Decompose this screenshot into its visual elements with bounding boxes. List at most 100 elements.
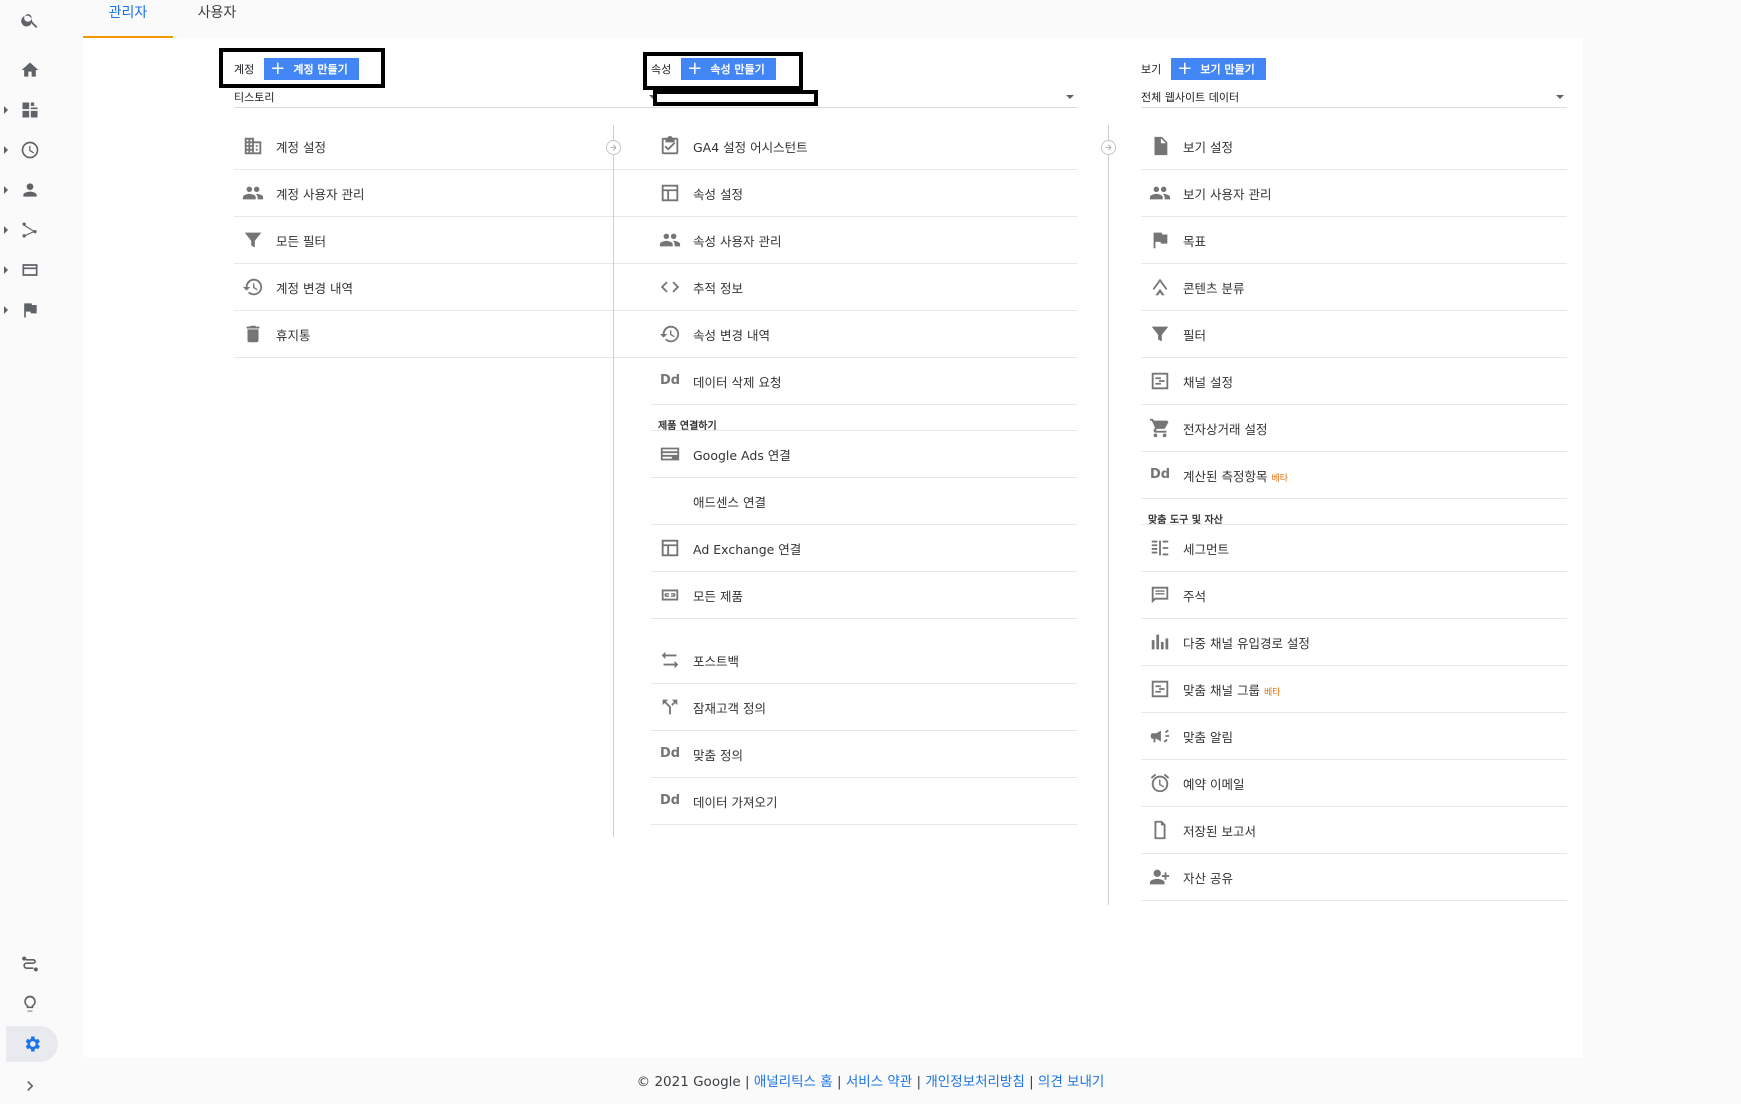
menu-item[interactable]: 맞춤 채널 그룹 베타 [1141, 666, 1567, 713]
nav-customization[interactable] [0, 92, 60, 128]
footer-link-feedback[interactable]: 의견 보내기 [1038, 1074, 1104, 1090]
menu-item[interactable]: 추적 정보 [651, 264, 1077, 311]
menu-item[interactable]: 필터 [1141, 311, 1567, 358]
beta-badge: 베타 [1263, 687, 1281, 698]
menu-item[interactable]: Google Ads 연결 [651, 431, 1077, 478]
code-icon [659, 276, 681, 298]
section-header: 맞춤 도구 및 자산 [1141, 499, 1567, 526]
dd-icon: Dd [660, 373, 681, 388]
left-nav-rail [0, 0, 60, 1103]
person-add-icon [1149, 866, 1171, 888]
tab-admin[interactable]: 관리자 [83, 0, 173, 38]
menu-item-label: 계정 변경 내역 [276, 280, 353, 296]
view-selector[interactable]: 전체 웹사이트 데이터 [1141, 86, 1567, 108]
arrow-right-icon [1105, 144, 1112, 151]
menu-item-label: 채널 설정 [1183, 374, 1233, 390]
flag-icon [20, 300, 40, 320]
menu-item-label: 속성 설정 [693, 186, 743, 202]
section-header: 제품 연결하기 [651, 405, 1077, 432]
flag-icon [1149, 229, 1171, 251]
copyright: © 2021 Google [636, 1074, 741, 1090]
menu-item[interactable]: 저장된 보고서 [1141, 807, 1567, 854]
menu-item[interactable]: 계정 설정 [234, 123, 660, 170]
nav-home[interactable] [0, 52, 60, 88]
menu-item[interactable]: 다중 채널 유입경로 설정 [1141, 619, 1567, 666]
menu-item[interactable]: 속성 설정 [651, 170, 1077, 217]
person-icon [20, 180, 40, 200]
menu-item[interactable]: 계정 변경 내역 [234, 264, 660, 311]
view-header: 보기 + 보기 만들기 [1141, 58, 1266, 80]
nav-behavior[interactable] [0, 252, 60, 288]
menu-item-label: 보기 사용자 관리 [1183, 186, 1272, 202]
behavior-icon [20, 260, 40, 280]
bars-icon [1149, 631, 1171, 653]
menu-item-label: 맞춤 정의 [693, 747, 743, 763]
menu-item[interactable]: GA4 설정 어시스턴트 [651, 123, 1077, 170]
menu-item-label: 보기 설정 [1183, 139, 1233, 155]
menu-item[interactable]: 보기 사용자 관리 [1141, 170, 1567, 217]
nav-conversions[interactable] [0, 292, 60, 328]
nav-audience[interactable] [0, 172, 60, 208]
column-divider [613, 125, 614, 837]
menu-item[interactable]: Dd 계산된 측정항목 베타 [1141, 452, 1567, 499]
menu-item[interactable]: 포스트백 [651, 637, 1077, 684]
menu-item[interactable]: 속성 변경 내역 [651, 311, 1077, 358]
nav-admin[interactable] [6, 1026, 58, 1062]
menu-item[interactable]: Dd 맞춤 정의 [651, 731, 1077, 778]
menu-item[interactable]: 잠재고객 정의 [651, 684, 1077, 731]
route-icon [20, 954, 40, 974]
menu-item-label: 계정 사용자 관리 [276, 186, 365, 202]
menu-item[interactable]: 채널 설정 [1141, 358, 1567, 405]
menu-item-label: 콘텐츠 분류 [1183, 280, 1245, 296]
menu-item[interactable]: 예약 이메일 [1141, 760, 1567, 807]
menu-item-label: 모든 필터 [276, 233, 326, 249]
expand-caret-icon [4, 306, 8, 314]
channel-icon [1149, 370, 1171, 392]
menu-item-label: 애드센스 연결 [693, 494, 766, 510]
menu-item[interactable]: 전자상거래 설정 [1141, 405, 1567, 452]
account-selector[interactable]: 티스토리 [234, 86, 660, 108]
menu-item-label: 전자상거래 설정 [1183, 421, 1268, 437]
menu-item[interactable]: 모든 필터 [234, 217, 660, 264]
search-button[interactable] [0, 2, 60, 38]
view-menu: 보기 설정보기 사용자 관리목표콘텐츠 분류필터채널 설정전자상거래 설정 Dd 계… [1141, 123, 1567, 901]
menu-item[interactable]: 계정 사용자 관리 [234, 170, 660, 217]
menu-item[interactable]: 자산 공유 [1141, 854, 1567, 901]
dashboard-icon [20, 100, 40, 120]
footer: © 2021 Google | 애널리틱스 홈 | 서비스 약관 | 개인정보처… [0, 1070, 1741, 1090]
menu-item[interactable]: 목표 [1141, 217, 1567, 264]
nav-acquisition[interactable] [0, 212, 60, 248]
property-selector[interactable] [651, 86, 1077, 108]
people-icon [242, 182, 264, 204]
tab-user[interactable]: 사용자 [181, 0, 253, 38]
menu-item-label: 세그먼트 [1183, 541, 1230, 557]
gear-icon [22, 1034, 42, 1054]
footer-link-analytics-home[interactable]: 애널리틱스 홈 [754, 1074, 833, 1090]
menu-item-label: 주석 [1183, 588, 1207, 604]
menu-item[interactable]: Dd 데이터 가져오기 [651, 778, 1077, 825]
footer-link-terms[interactable]: 서비스 약관 [846, 1074, 912, 1090]
channel-icon [1149, 678, 1171, 700]
footer-link-privacy[interactable]: 개인정보처리방침 [925, 1074, 1024, 1090]
menu-item[interactable]: Ad Exchange 연결 [651, 525, 1077, 572]
menu-item[interactable]: 주석 [1141, 572, 1567, 619]
menu-item[interactable]: Dd 데이터 삭제 요청 [651, 358, 1077, 405]
menu-item-label: 필터 [1183, 327, 1207, 343]
menu-item[interactable]: 속성 사용자 관리 [651, 217, 1077, 264]
menu-item-label: 목표 [1183, 233, 1207, 249]
menu-item[interactable]: 애드센스 연결 [651, 478, 1077, 525]
alarm-icon [1149, 772, 1171, 794]
menu-item[interactable]: 콘텐츠 분류 [1141, 264, 1567, 311]
nav-discover[interactable] [0, 986, 60, 1022]
menu-item-label: 모든 제품 [693, 588, 743, 604]
menu-item[interactable]: 세그먼트 [1141, 525, 1567, 572]
nav-attribution[interactable] [0, 946, 60, 982]
menu-item[interactable]: 휴지통 [234, 311, 660, 358]
menu-item[interactable]: 보기 설정 [1141, 123, 1567, 170]
nav-realtime[interactable] [0, 132, 60, 168]
create-view-button[interactable]: + 보기 만들기 [1171, 58, 1266, 80]
menu-item[interactable]: 맞춤 알림 [1141, 713, 1567, 760]
menu-item-label: 계산된 측정항목 베타 [1183, 468, 1289, 484]
menu-item[interactable]: 모든 제품 [651, 572, 1077, 619]
